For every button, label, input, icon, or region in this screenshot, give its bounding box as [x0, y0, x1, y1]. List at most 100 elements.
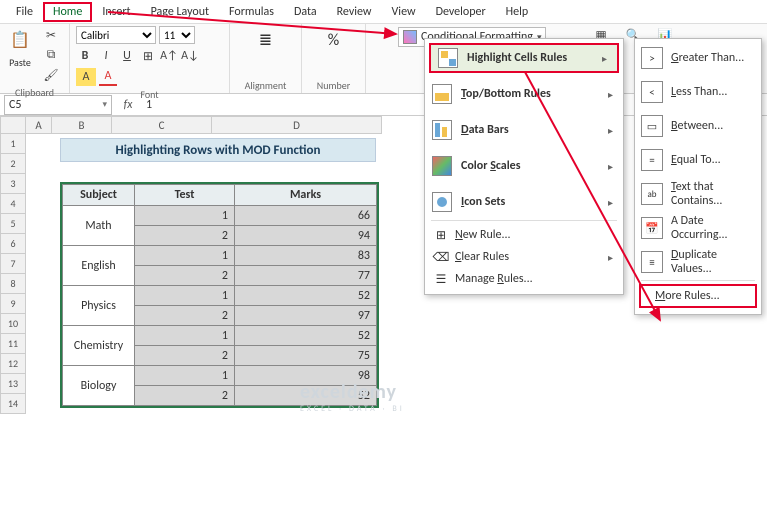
tab-home[interactable]: Home — [43, 2, 92, 22]
cell-marks[interactable]: 52 — [235, 326, 377, 346]
number-format-icon[interactable]: % — [320, 26, 348, 54]
cell-test[interactable]: 2 — [135, 266, 235, 286]
cell-subject[interactable]: Physics — [63, 286, 135, 326]
col-head-b[interactable]: B — [52, 116, 112, 134]
menu-data-bars[interactable]: Data Bars ▸ — [425, 115, 623, 145]
group-clipboard: 📋 Paste ✂ ⧉ 🖌 Clipboard — [0, 24, 70, 93]
paste-icon[interactable]: 📋 — [6, 26, 34, 54]
font-size-select[interactable]: 11 — [159, 26, 195, 44]
menu-separator — [431, 220, 617, 221]
menu-manage-rules[interactable]: ☰ Manage Rules... — [425, 268, 623, 290]
equal-icon: = — [641, 149, 663, 171]
tab-formulas[interactable]: Formulas — [219, 3, 284, 21]
watermark: exceldemy EXCEL · DATA · BI — [300, 380, 405, 414]
cell-subject[interactable]: Math — [63, 206, 135, 246]
row-head[interactable]: 10 — [0, 314, 26, 334]
tab-developer[interactable]: Developer — [426, 3, 496, 21]
sheet-title-banner: Highlighting Rows with MOD Function — [60, 138, 376, 162]
cell-test[interactable]: 1 — [135, 246, 235, 266]
font-color-button[interactable]: A — [99, 68, 117, 86]
submenu-equal-to[interactable]: = Equal To... — [635, 145, 761, 175]
cell-marks[interactable]: 52 — [235, 286, 377, 306]
copy-icon[interactable]: ⧉ — [42, 46, 60, 64]
submenu-less-than[interactable]: < Less Than... — [635, 77, 761, 107]
select-all-corner[interactable] — [0, 116, 26, 134]
italic-button[interactable]: I — [97, 47, 115, 65]
tab-view[interactable]: View — [382, 3, 426, 21]
row-head[interactable]: 1 — [0, 134, 26, 154]
menu-color-scales-label: Color Scales — [461, 159, 600, 173]
submenu-duplicate-values-label: Duplicate Values... — [671, 248, 751, 276]
cell-test[interactable]: 1 — [135, 286, 235, 306]
row-head[interactable]: 14 — [0, 394, 26, 414]
menu-clear-rules[interactable]: ⌫ Clear Rules ▸ — [425, 246, 623, 268]
tab-file[interactable]: File — [6, 3, 43, 21]
cell-subject[interactable]: English — [63, 246, 135, 286]
cell-marks[interactable]: 75 — [235, 346, 377, 366]
row-head[interactable]: 3 — [0, 174, 26, 194]
submenu-between[interactable]: ▭ Between... — [635, 111, 761, 141]
tab-insert[interactable]: Insert — [92, 3, 140, 21]
tab-page-layout[interactable]: Page Layout — [141, 3, 219, 21]
submenu-more-rules[interactable]: More Rules... — [639, 284, 757, 308]
color-scales-icon — [432, 156, 452, 176]
cut-icon[interactable]: ✂ — [42, 26, 60, 44]
submenu-greater-than[interactable]: > Greater Than... — [635, 43, 761, 73]
cell-marks[interactable]: 94 — [235, 226, 377, 246]
cell-marks[interactable]: 66 — [235, 206, 377, 226]
font-increase-icon[interactable]: A↑ — [160, 47, 178, 65]
menu-top-bottom-rules[interactable]: Top/Bottom Rules ▸ — [425, 79, 623, 109]
cell-marks[interactable]: 77 — [235, 266, 377, 286]
font-decrease-icon[interactable]: A↓ — [181, 47, 199, 65]
submenu-duplicate-values[interactable]: ≡ Duplicate Values... — [635, 247, 761, 277]
cell-marks[interactable]: 83 — [235, 246, 377, 266]
number-group-label: Number — [308, 77, 359, 92]
row-head[interactable]: 13 — [0, 374, 26, 394]
menu-color-scales[interactable]: Color Scales ▸ — [425, 151, 623, 181]
cell-test[interactable]: 1 — [135, 326, 235, 346]
cell-test[interactable]: 2 — [135, 386, 235, 406]
cell-test[interactable]: 2 — [135, 306, 235, 326]
tab-data[interactable]: Data — [284, 3, 327, 21]
font-family-select[interactable]: Calibri — [76, 26, 156, 44]
format-painter-icon[interactable]: 🖌 — [42, 66, 60, 84]
col-head-a[interactable]: A — [26, 116, 52, 134]
row-head[interactable]: 7 — [0, 254, 26, 274]
col-head-c[interactable]: C — [112, 116, 212, 134]
row-head[interactable]: 2 — [0, 154, 26, 174]
row-head[interactable]: 5 — [0, 214, 26, 234]
alignment-icon[interactable]: ≣ — [252, 26, 280, 54]
tab-review[interactable]: Review — [327, 3, 382, 21]
submenu-date-occurring[interactable]: 📅 A Date Occurring... — [635, 213, 761, 243]
row-head[interactable]: 9 — [0, 294, 26, 314]
fill-color-button[interactable]: A — [76, 68, 96, 86]
bold-button[interactable]: B — [76, 47, 94, 65]
cell-test[interactable]: 1 — [135, 366, 235, 386]
cell-test[interactable]: 1 — [135, 206, 235, 226]
submenu-text-contains[interactable]: ab Text that Contains... — [635, 179, 761, 209]
row-head[interactable]: 6 — [0, 234, 26, 254]
border-button[interactable]: ⊞ — [139, 47, 157, 65]
paste-label: Paste — [9, 56, 31, 69]
cell-test[interactable]: 2 — [135, 226, 235, 246]
row-head[interactable]: 8 — [0, 274, 26, 294]
submenu-greater-than-label: Greater Than... — [671, 51, 751, 65]
menu-new-rule[interactable]: ⊞ New Rule... — [425, 224, 623, 246]
row-head[interactable]: 4 — [0, 194, 26, 214]
row-head[interactable]: 11 — [0, 334, 26, 354]
chevron-right-icon: ▸ — [608, 251, 613, 264]
menu-highlight-cells-rules[interactable]: Highlight Cells Rules ▸ — [429, 43, 619, 73]
tab-help[interactable]: Help — [496, 3, 539, 21]
highlight-cells-icon — [438, 48, 458, 68]
menu-icon-sets[interactable]: Icon Sets ▸ — [425, 187, 623, 217]
underline-button[interactable]: U — [118, 47, 136, 65]
cell-marks[interactable]: 97 — [235, 306, 377, 326]
col-head-d[interactable]: D — [212, 116, 382, 134]
cell-test[interactable]: 2 — [135, 346, 235, 366]
alignment-group-label: Alignment — [236, 77, 295, 92]
chevron-right-icon: ▸ — [608, 196, 613, 209]
cell-subject[interactable]: Chemistry — [63, 326, 135, 366]
cell-subject[interactable]: Biology — [63, 366, 135, 406]
row-head[interactable]: 12 — [0, 354, 26, 374]
menu-bar: File Home Insert Page Layout Formulas Da… — [0, 0, 767, 24]
